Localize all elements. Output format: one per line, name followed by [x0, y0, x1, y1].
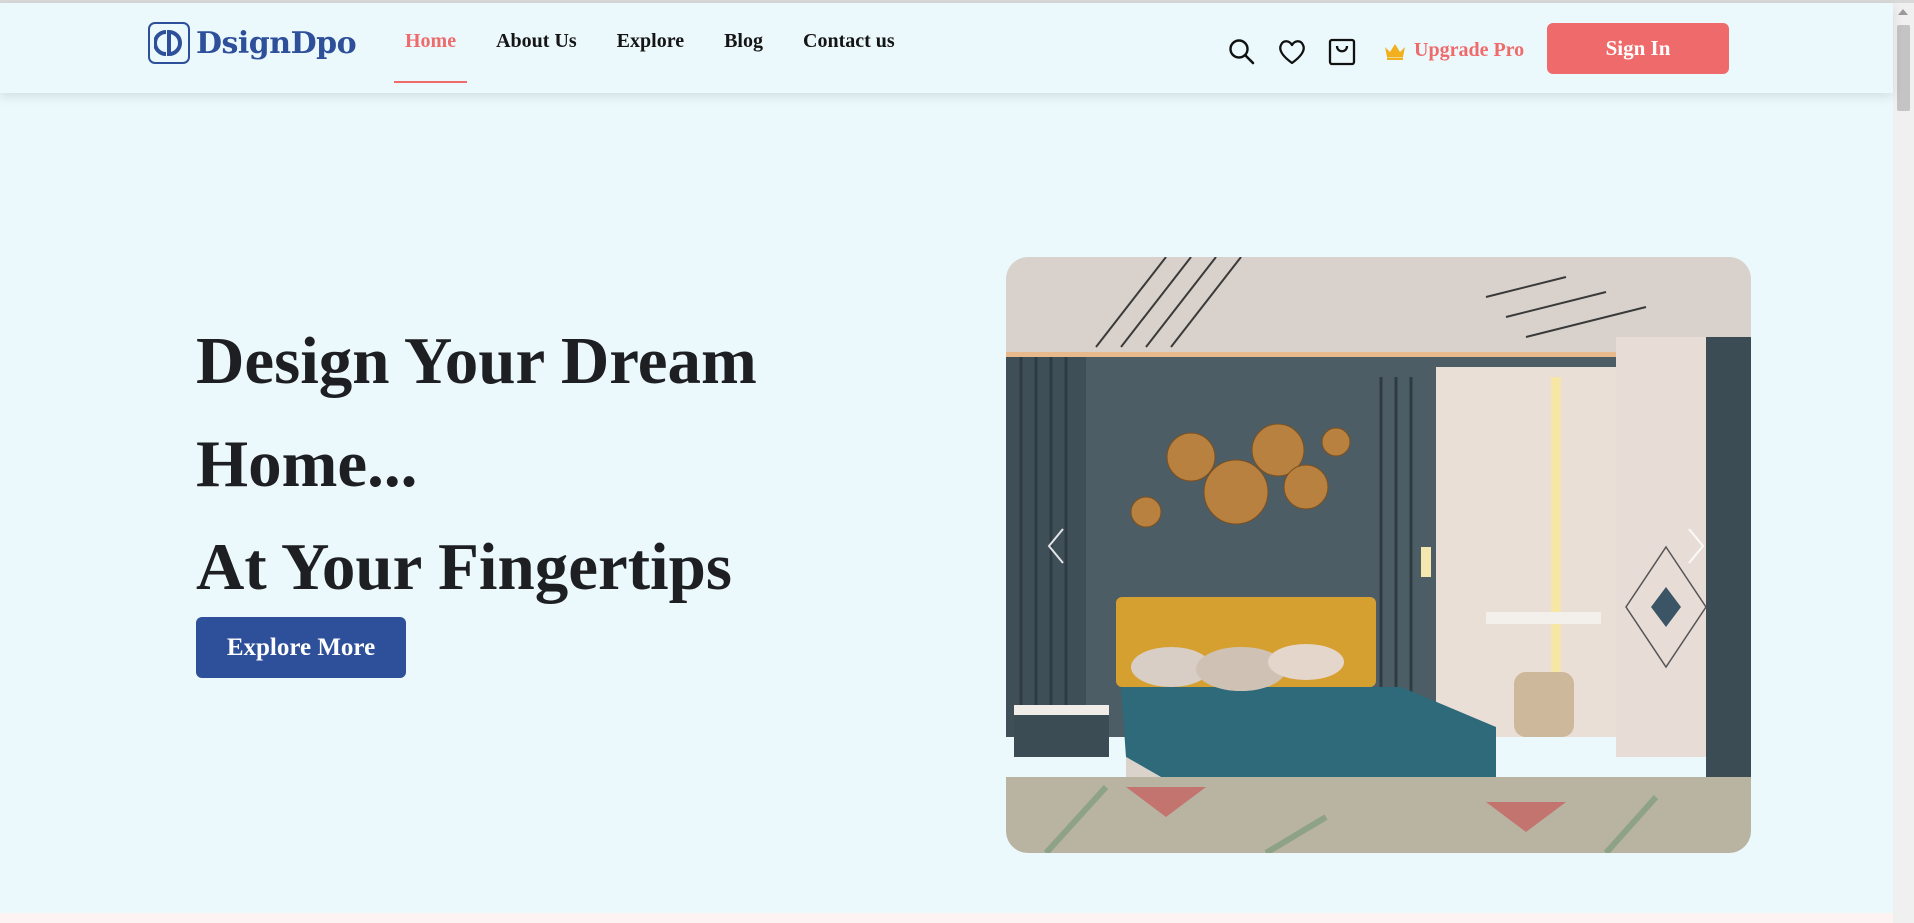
bag-icon[interactable]	[1327, 37, 1357, 67]
heart-icon[interactable]	[1277, 37, 1307, 67]
main-nav: Home About Us Explore Blog Contact us	[394, 3, 924, 87]
nav-blog[interactable]: Blog	[713, 3, 774, 83]
nav-contact-us[interactable]: Contact us	[792, 3, 906, 83]
carousel-prev-arrow[interactable]	[1046, 527, 1066, 570]
explore-more-button[interactable]: Explore More	[196, 617, 406, 678]
crown-icon	[1385, 43, 1405, 60]
scroll-thumb[interactable]	[1897, 25, 1910, 111]
chevron-right-icon	[1688, 528, 1705, 564]
carousel-next-arrow[interactable]	[1686, 527, 1706, 570]
search-icon[interactable]	[1227, 37, 1257, 67]
scroll-up-icon[interactable]	[1898, 9, 1908, 15]
upgrade-pro-link[interactable]: Upgrade Pro	[1384, 39, 1524, 62]
next-section-edge	[0, 913, 1893, 923]
logo-text: DsignDpo	[196, 25, 357, 61]
hero-title-line-2: Home...	[196, 427, 418, 501]
nav-explore[interactable]: Explore	[606, 3, 695, 83]
nav-about-us[interactable]: About Us	[485, 3, 588, 83]
hero-title-line-3: At Your Fingertips	[196, 530, 732, 604]
hero-carousel	[1006, 257, 1751, 853]
page-scrollbar[interactable]	[1893, 3, 1914, 923]
hero-title: Design Your Dream Home... At Your Finger…	[196, 310, 757, 619]
bedroom-image	[1006, 257, 1751, 853]
hero-title-line-1: Design Your Dream	[196, 324, 757, 398]
upgrade-pro-label: Upgrade Pro	[1414, 39, 1525, 61]
site-header: DsignDpo Home About Us Explore Blog Cont…	[0, 3, 1893, 93]
chevron-left-icon	[1047, 528, 1064, 564]
nav-home[interactable]: Home	[394, 3, 468, 83]
sign-in-button[interactable]: Sign In	[1547, 23, 1729, 74]
site-logo[interactable]: DsignDpo	[148, 22, 357, 64]
logo-mark-icon	[148, 22, 190, 64]
